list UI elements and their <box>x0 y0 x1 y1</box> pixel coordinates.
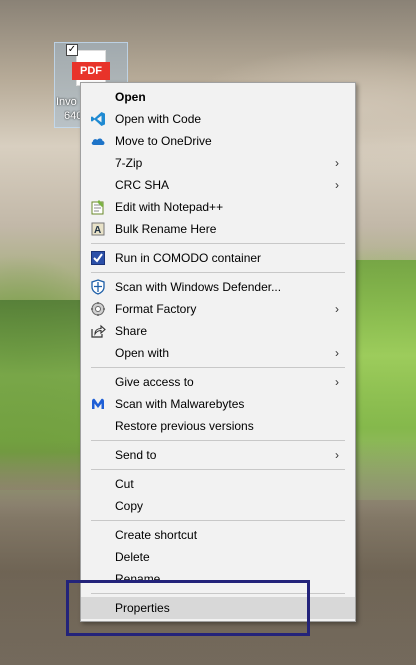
menu-item-label: Delete <box>115 550 150 564</box>
comodo-icon <box>90 250 106 266</box>
menu-item-create-shortcut[interactable]: Create shortcut <box>81 524 355 546</box>
menu-item-share[interactable]: Share <box>81 320 355 342</box>
pdf-badge-icon: PDF <box>72 62 110 80</box>
chevron-right-icon: › <box>335 156 339 170</box>
menu-item-label: Run in COMODO container <box>115 251 262 265</box>
menu-item-label: Cut <box>115 477 134 491</box>
menu-item-open-with[interactable]: Open with › <box>81 342 355 364</box>
defender-icon <box>90 279 106 295</box>
chevron-right-icon: › <box>335 448 339 462</box>
menu-item-give-access[interactable]: Give access to › <box>81 371 355 393</box>
menu-item-bulk-rename[interactable]: A Bulk Rename Here <box>81 218 355 240</box>
menu-item-edit-notepadpp[interactable]: Edit with Notepad++ <box>81 196 355 218</box>
menu-separator <box>91 440 345 441</box>
menu-item-label: Copy <box>115 499 144 513</box>
menu-item-label: Format Factory <box>115 302 197 316</box>
malwarebytes-icon <box>90 396 106 412</box>
onedrive-icon <box>90 133 106 149</box>
menu-item-delete[interactable]: Delete <box>81 546 355 568</box>
menu-item-label: Scan with Windows Defender... <box>115 280 282 294</box>
menu-item-crc-sha[interactable]: CRC SHA › <box>81 174 355 196</box>
menu-item-open-with-code[interactable]: Open with Code <box>81 108 355 130</box>
menu-item-copy[interactable]: Copy <box>81 495 355 517</box>
chevron-right-icon: › <box>335 346 339 360</box>
menu-item-label: Move to OneDrive <box>115 134 212 148</box>
chevron-right-icon: › <box>335 375 339 389</box>
menu-separator <box>91 469 345 470</box>
menu-separator <box>91 272 345 273</box>
menu-separator <box>91 243 345 244</box>
menu-item-label: CRC SHA <box>115 178 170 192</box>
chevron-right-icon: › <box>335 302 339 316</box>
chevron-right-icon: › <box>335 178 339 192</box>
format-factory-icon <box>90 301 106 317</box>
menu-item-label: Restore previous versions <box>115 419 254 433</box>
menu-item-send-to[interactable]: Send to › <box>81 444 355 466</box>
highlight-box <box>66 580 310 636</box>
svg-text:A: A <box>94 225 101 236</box>
menu-item-cut[interactable]: Cut <box>81 473 355 495</box>
menu-separator <box>91 367 345 368</box>
menu-item-label: Send to <box>115 448 157 462</box>
bulk-rename-icon: A <box>90 221 106 237</box>
menu-item-format-factory[interactable]: Format Factory › <box>81 298 355 320</box>
menu-item-7zip[interactable]: 7-Zip › <box>81 152 355 174</box>
menu-item-label: Scan with Malwarebytes <box>115 397 245 411</box>
menu-item-label: Open with <box>115 346 170 360</box>
menu-item-label: Give access to <box>115 375 194 389</box>
menu-separator <box>91 520 345 521</box>
menu-item-scan-malwarebytes[interactable]: Scan with Malwarebytes <box>81 393 355 415</box>
menu-item-move-to-onedrive[interactable]: Move to OneDrive <box>81 130 355 152</box>
menu-item-label: Share <box>115 324 148 338</box>
menu-item-label: Create shortcut <box>115 528 198 542</box>
menu-item-restore-previous-versions[interactable]: Restore previous versions <box>81 415 355 437</box>
notepadpp-icon <box>90 199 106 215</box>
menu-item-label: Bulk Rename Here <box>115 222 217 236</box>
context-menu: Open Open with Code Move to OneDrive 7-Z… <box>80 82 356 622</box>
menu-item-label: 7-Zip <box>115 156 143 170</box>
menu-item-open[interactable]: Open <box>81 86 355 108</box>
menu-item-label: Edit with Notepad++ <box>115 200 224 214</box>
menu-item-label: Open with Code <box>115 112 202 126</box>
menu-item-label: Open <box>115 90 146 104</box>
share-icon <box>90 323 106 339</box>
selection-checkbox[interactable]: ✓ <box>66 44 78 56</box>
vscode-icon <box>90 111 106 127</box>
menu-item-run-comodo[interactable]: Run in COMODO container <box>81 247 355 269</box>
menu-item-scan-defender[interactable]: Scan with Windows Defender... <box>81 276 355 298</box>
